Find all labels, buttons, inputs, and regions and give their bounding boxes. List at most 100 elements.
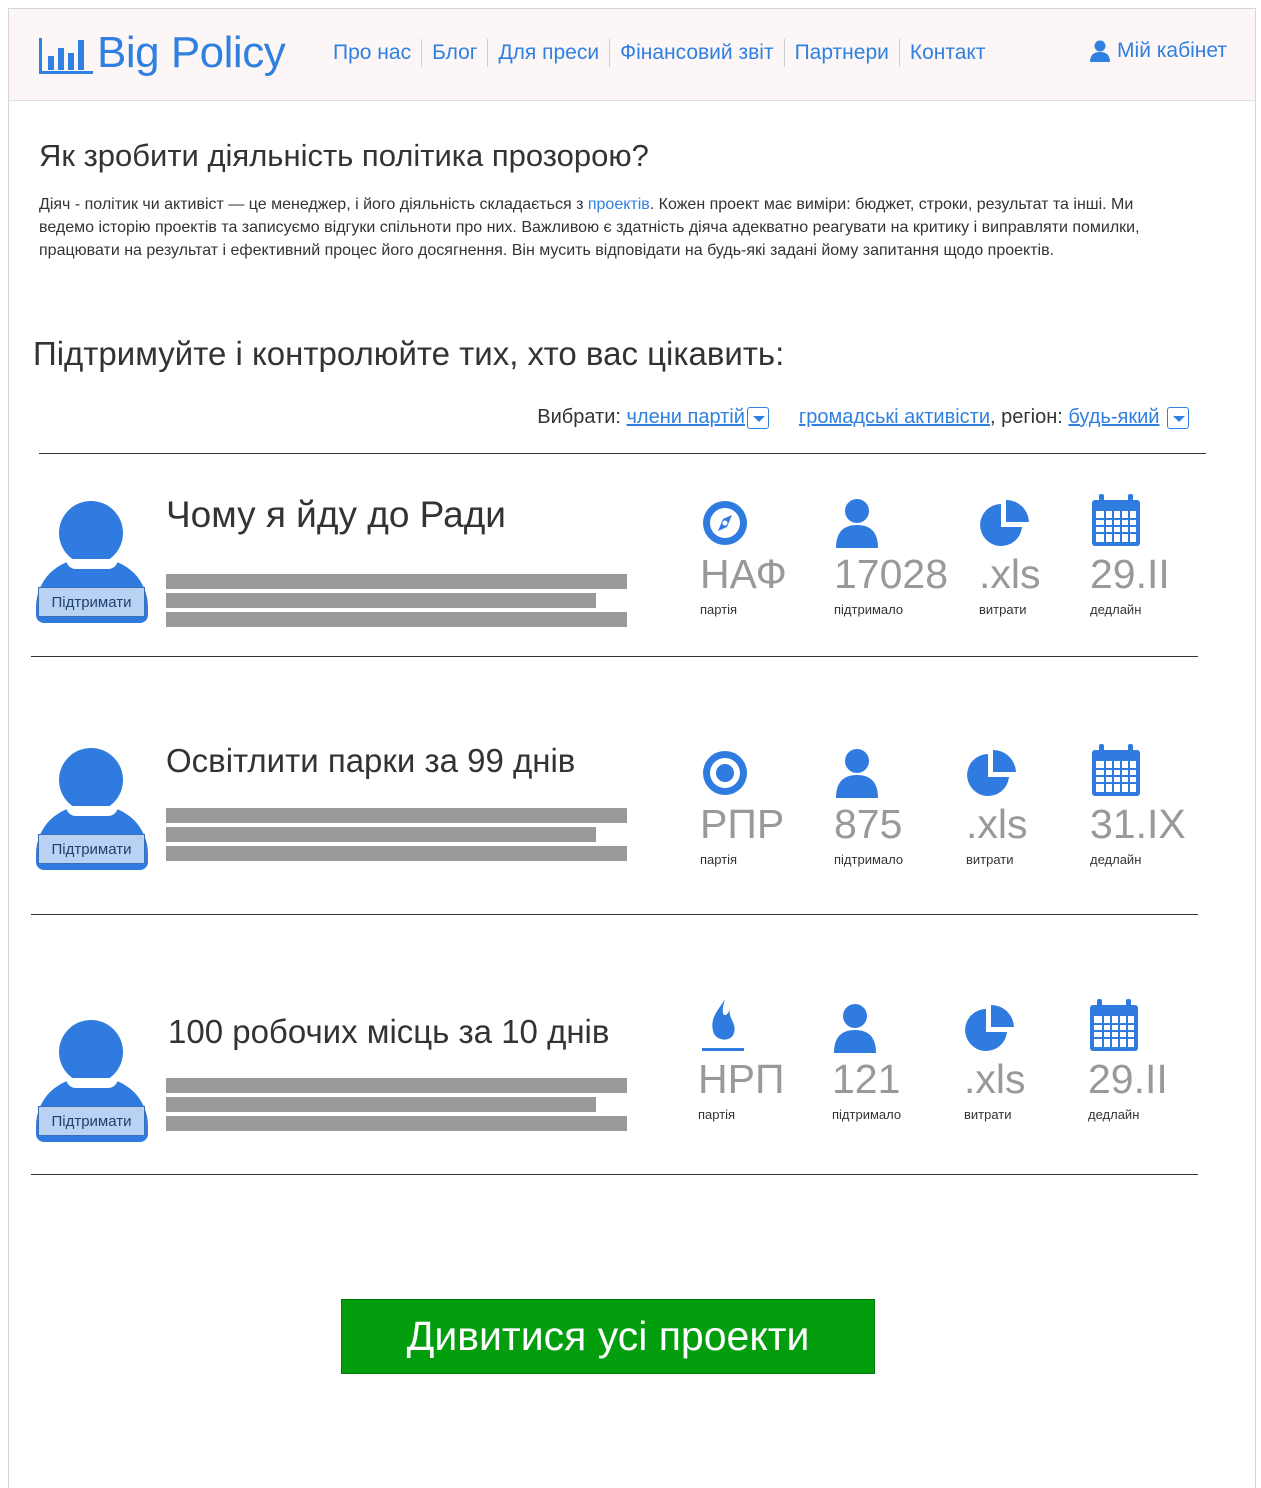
description-placeholder	[166, 827, 596, 842]
user-icon	[1090, 40, 1111, 62]
supporters-stat: 121 підтримало	[832, 997, 901, 1122]
supporters-label: підтримало	[834, 852, 904, 867]
nav-press[interactable]: Для преси	[487, 39, 609, 67]
project-title[interactable]: Освітлити парки за 99 днів	[166, 742, 575, 780]
project-card: Підтримати Чому я йду до Ради НАФ партія…	[0, 470, 1261, 640]
header: Big Policy Про нас Блог Для преси Фінанс…	[9, 9, 1255, 101]
flame-icon	[702, 999, 744, 1051]
region-select[interactable]: будь-який	[1068, 406, 1159, 429]
filter-label: Вибрати:	[537, 406, 621, 428]
avatar: Підтримати	[36, 501, 148, 623]
region-dropdown-toggle[interactable]	[1167, 406, 1189, 429]
filter-party-members[interactable]: члени партій	[627, 406, 745, 429]
divider	[31, 914, 1198, 915]
nav-blog[interactable]: Блог	[421, 39, 487, 67]
party-stat: НРП партія	[698, 997, 784, 1122]
pie-chart-icon	[980, 500, 1029, 546]
costs-label: витрати	[964, 1107, 1012, 1122]
party-stat: НАФ партія	[700, 492, 787, 617]
my-cabinet-link[interactable]: Мій кабінет	[1089, 39, 1227, 63]
support-button[interactable]: Підтримати	[38, 587, 145, 617]
avatar: Підтримати	[36, 1020, 148, 1142]
deadline-stat: 29.II дедлайн	[1090, 492, 1170, 617]
costs-stat: .xls витрати	[966, 742, 1028, 867]
deadline-stat: 31.IX дедлайн	[1090, 742, 1186, 867]
project-title[interactable]: 100 робочих місць за 10 днів	[168, 1013, 609, 1051]
support-button[interactable]: Підтримати	[38, 1106, 145, 1136]
deadline-label: дедлайн	[1090, 602, 1142, 617]
party-value: НАФ	[700, 551, 787, 597]
bar-chart-logo-icon	[39, 32, 93, 74]
logo-text: Big Policy	[97, 28, 286, 77]
intro-text: Діяч - політик чи активіст — це менеджер…	[39, 196, 1140, 259]
description-placeholder	[166, 574, 627, 589]
deadline-label: дедлайн	[1088, 1107, 1140, 1122]
nav-financial-report[interactable]: Фінансовий звіт	[609, 39, 783, 67]
party-value: РПР	[700, 801, 785, 847]
nav-about[interactable]: Про нас	[323, 39, 421, 67]
nav-contact[interactable]: Контакт	[898, 39, 996, 67]
project-title[interactable]: Чому я йду до Ради	[166, 494, 506, 536]
supporters-value: 875	[834, 801, 903, 847]
costs-stat: .xls витрати	[964, 997, 1026, 1122]
divider	[39, 453, 1206, 454]
deadline-value: 29.II	[1088, 1056, 1168, 1102]
person-icon	[836, 749, 878, 798]
deadline-value: 29.II	[1090, 551, 1170, 597]
filter-bar: Вибрати: члени партій громадські активіс…	[537, 406, 1189, 429]
compass-icon	[703, 501, 747, 545]
pie-chart-icon	[967, 750, 1016, 796]
supporters-value: 17028	[834, 551, 949, 597]
costs-label: витрати	[979, 602, 1027, 617]
description-placeholder	[166, 1078, 627, 1093]
description-placeholder	[166, 1116, 627, 1131]
calendar-icon	[1092, 744, 1140, 796]
description-placeholder	[166, 1097, 596, 1112]
region-label: , регіон:	[990, 406, 1063, 428]
party-label: партія	[698, 1107, 736, 1122]
filter-activists[interactable]: громадські активісти	[799, 406, 990, 429]
project-card: Підтримати Освітлити парки за 99 днів РП…	[0, 720, 1261, 890]
costs-value[interactable]: .xls	[964, 1057, 1026, 1101]
logo[interactable]: Big Policy	[39, 27, 286, 79]
deadline-label: дедлайн	[1090, 852, 1142, 867]
party-dropdown-toggle[interactable]	[746, 406, 769, 429]
description-placeholder	[166, 808, 627, 823]
nav-partners[interactable]: Партнери	[783, 39, 899, 67]
calendar-icon	[1090, 999, 1138, 1051]
costs-value[interactable]: .xls	[979, 552, 1041, 596]
costs-label: витрати	[966, 852, 1014, 867]
view-all-projects-button[interactable]: Дивитися усі проекти	[341, 1299, 875, 1374]
party-stat: РПР партія	[700, 742, 784, 867]
description-placeholder	[166, 593, 596, 608]
deadline-value: 31.IX	[1090, 801, 1186, 847]
person-icon	[836, 499, 878, 548]
projects-link[interactable]: проектів	[588, 196, 650, 213]
party-label: партія	[700, 852, 738, 867]
description-placeholder	[166, 612, 627, 627]
person-icon	[834, 1004, 876, 1053]
supporters-value: 121	[832, 1056, 901, 1102]
supporters-stat: 17028 підтримало	[834, 492, 948, 617]
support-button[interactable]: Підтримати	[38, 834, 145, 864]
costs-stat: .xls витрати	[979, 492, 1041, 617]
calendar-icon	[1092, 494, 1140, 546]
main-nav: Про нас Блог Для преси Фінансовий звіт П…	[323, 39, 995, 67]
avatar: Підтримати	[36, 748, 148, 870]
party-label: партія	[700, 602, 738, 617]
support-title: Підтримуйте і контролюйте тих, хто вас ц…	[33, 335, 785, 372]
supporters-stat: 875 підтримало	[834, 742, 903, 867]
my-cabinet-label: Мій кабінет	[1117, 39, 1227, 62]
deadline-stat: 29.II дедлайн	[1088, 997, 1168, 1122]
supporters-label: підтримало	[832, 1107, 902, 1122]
description-placeholder	[166, 846, 627, 861]
divider	[31, 1174, 1198, 1175]
project-card: Підтримати 100 робочих місць за 10 днів …	[0, 975, 1261, 1145]
target-icon	[703, 751, 747, 795]
pie-chart-icon	[965, 1005, 1014, 1051]
intro-title: Як зробити діяльність політика прозорою?	[39, 138, 649, 173]
supporters-label: підтримало	[834, 602, 904, 617]
party-value: НРП	[698, 1056, 785, 1102]
divider	[31, 656, 1198, 657]
costs-value[interactable]: .xls	[966, 802, 1028, 846]
